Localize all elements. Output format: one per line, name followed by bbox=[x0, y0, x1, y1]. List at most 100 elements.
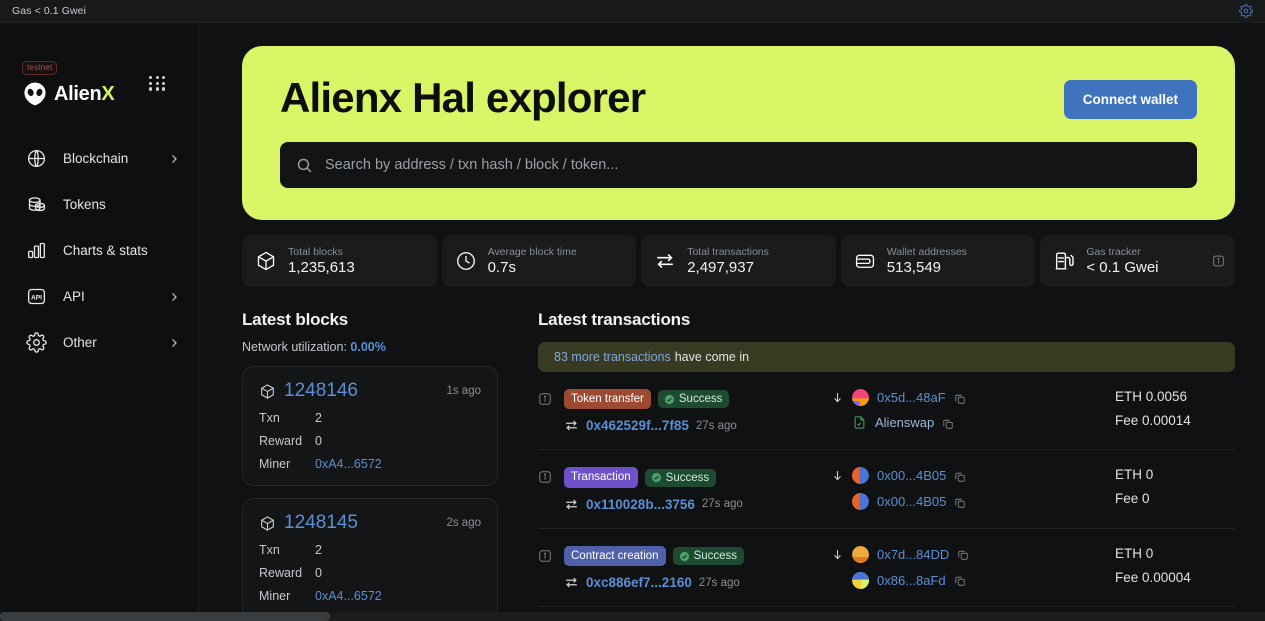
block-number[interactable]: 1248145 bbox=[284, 512, 358, 534]
transaction-to-line: Alienswap bbox=[831, 415, 1101, 430]
horizontal-scrollbar[interactable] bbox=[0, 612, 1265, 621]
arrow-down-icon bbox=[831, 469, 844, 482]
info-icon[interactable] bbox=[538, 549, 552, 563]
settings-gear-icon[interactable] bbox=[1239, 4, 1253, 18]
sidebar: testnet AlienX bbox=[0, 23, 199, 621]
status-badge-label: Success bbox=[679, 393, 722, 405]
hero-banner: Alienx Hal explorer Connect wallet bbox=[242, 46, 1235, 220]
transaction-hash[interactable]: 0x110028b...3756 bbox=[586, 497, 695, 512]
sidebar-item-api[interactable]: API API bbox=[0, 273, 198, 319]
status-badge: Success bbox=[658, 390, 729, 408]
latest-transactions-section: Latest transactions 83 more transactions… bbox=[538, 310, 1235, 618]
copy-icon[interactable] bbox=[954, 574, 966, 586]
block-card[interactable]: 1248146 1s ago Txn 2 Reward 0 bbox=[242, 366, 498, 486]
gear-icon bbox=[26, 332, 47, 353]
testnet-badge: testnet bbox=[22, 61, 57, 75]
gas-indicator: Gas < 0.1 Gwei bbox=[12, 5, 86, 17]
block-reward-label: Reward bbox=[259, 566, 315, 580]
sidebar-item-other[interactable]: Other bbox=[0, 319, 198, 365]
transaction-from-address[interactable]: 0x00...4B05 bbox=[877, 468, 946, 483]
sidebar-item-label: Charts & stats bbox=[63, 243, 180, 258]
transaction-from-address[interactable]: 0x5d...48aF bbox=[877, 390, 946, 405]
new-transactions-link[interactable]: 83 more transactions bbox=[554, 350, 671, 364]
transaction-to-address[interactable]: Alienswap bbox=[875, 415, 934, 430]
cube-icon bbox=[259, 383, 276, 400]
block-miner-value[interactable]: 0xA4...6572 bbox=[315, 457, 382, 471]
stat-label: Total blocks bbox=[288, 246, 355, 258]
stat-card-total-transactions[interactable]: Total transactions 2,497,937 bbox=[641, 235, 836, 287]
chevron-right-icon bbox=[168, 290, 180, 302]
block-miner-value[interactable]: 0xA4...6572 bbox=[315, 589, 382, 603]
latest-blocks-section: Latest blocks Network utilization: 0.00% bbox=[242, 310, 498, 618]
transfer-icon bbox=[654, 250, 676, 272]
copy-icon[interactable] bbox=[954, 392, 966, 404]
block-card-header: 1248146 1s ago bbox=[259, 380, 481, 402]
stat-label: Average block time bbox=[488, 246, 577, 258]
transaction-to-address[interactable]: 0x00...4B05 bbox=[877, 494, 946, 509]
stats-bar: Total blocks 1,235,613 Average block tim… bbox=[242, 235, 1235, 287]
block-number[interactable]: 1248146 bbox=[284, 380, 358, 402]
transaction-row[interactable]: Token transfer Success bbox=[538, 372, 1235, 450]
transaction-row[interactable]: Transaction Success bbox=[538, 450, 1235, 528]
stat-label: Wallet addresses bbox=[887, 246, 967, 258]
transaction-hash[interactable]: 0xc886ef7...2160 bbox=[586, 575, 692, 590]
stat-value: 1,235,613 bbox=[288, 259, 355, 276]
transaction-row[interactable]: Contract creation Success bbox=[538, 529, 1235, 607]
api-icon: API bbox=[26, 286, 47, 307]
new-transactions-notice[interactable]: 83 more transactions have come in bbox=[538, 342, 1235, 372]
sidebar-item-tokens[interactable]: Tokens bbox=[0, 181, 198, 227]
content-columns: Latest blocks Network utilization: 0.00% bbox=[242, 310, 1235, 618]
connect-wallet-button[interactable]: Connect wallet bbox=[1064, 80, 1197, 119]
status-badge: Success bbox=[645, 469, 716, 487]
copy-icon[interactable] bbox=[954, 496, 966, 508]
stat-card-average-block-time[interactable]: Average block time 0.7s bbox=[442, 235, 637, 287]
block-card-header-left: 1248146 bbox=[259, 380, 358, 402]
transaction-type-badge: Transaction bbox=[564, 467, 638, 487]
info-icon[interactable] bbox=[1212, 255, 1225, 268]
sidebar-item-label: Other bbox=[63, 335, 152, 350]
block-miner-label: Miner bbox=[259, 457, 315, 471]
transaction-to-address[interactable]: 0x86...8aFd bbox=[877, 573, 946, 588]
info-icon[interactable] bbox=[538, 392, 552, 406]
transaction-addresses: 0x5d...48aF bbox=[831, 389, 1101, 430]
search-icon bbox=[296, 157, 313, 174]
logo-block: testnet AlienX bbox=[0, 23, 198, 107]
block-reward-row: Reward 0 bbox=[259, 434, 481, 448]
brand-text-primary: Alien bbox=[54, 83, 101, 105]
search-bar[interactable] bbox=[280, 142, 1197, 188]
stat-label: Gas tracker bbox=[1086, 246, 1158, 258]
transaction-hash[interactable]: 0x462529f...7f85 bbox=[586, 418, 689, 433]
stat-card-total-blocks[interactable]: Total blocks 1,235,613 bbox=[242, 235, 437, 287]
transaction-from-address[interactable]: 0x7d...84DD bbox=[877, 547, 949, 562]
new-transactions-rest: have come in bbox=[675, 350, 749, 364]
stat-value: 2,497,937 bbox=[687, 259, 769, 276]
chevron-right-icon bbox=[168, 336, 180, 348]
transaction-amount: ETH 0 bbox=[1115, 467, 1233, 482]
block-card[interactable]: 1248145 2s ago Txn 2 Reward 0 bbox=[242, 498, 498, 618]
stat-card-gas-tracker[interactable]: Gas tracker < 0.1 Gwei bbox=[1040, 235, 1235, 287]
transaction-type-badge: Contract creation bbox=[564, 546, 666, 566]
avatar bbox=[852, 493, 869, 510]
search-input[interactable] bbox=[325, 157, 1181, 173]
brand-logo[interactable]: AlienX bbox=[22, 81, 198, 107]
cube-icon bbox=[259, 515, 276, 532]
bar-chart-icon bbox=[26, 240, 47, 261]
apps-grid-icon[interactable] bbox=[149, 76, 166, 91]
stat-card-wallet-addresses[interactable]: Wallet addresses 513,549 bbox=[841, 235, 1036, 287]
copy-icon[interactable] bbox=[957, 548, 969, 560]
copy-icon[interactable] bbox=[954, 470, 966, 482]
avatar bbox=[852, 467, 869, 484]
status-badge-label: Success bbox=[666, 472, 709, 484]
info-icon[interactable] bbox=[538, 470, 552, 484]
arrow-down-icon bbox=[831, 391, 844, 404]
sidebar-item-blockchain[interactable]: Blockchain bbox=[0, 135, 198, 181]
copy-icon[interactable] bbox=[942, 417, 954, 429]
transaction-hash-line: 0x462529f...7f85 27s ago bbox=[564, 418, 817, 433]
sidebar-item-charts-stats[interactable]: Charts & stats bbox=[0, 227, 198, 273]
avatar bbox=[852, 389, 869, 406]
transaction-values: ETH 0 Fee 0.00004 bbox=[1101, 546, 1233, 585]
block-card-header-left: 1248145 bbox=[259, 512, 358, 534]
check-circle-icon bbox=[664, 394, 675, 405]
block-timestamp: 1s ago bbox=[446, 385, 481, 397]
scrollbar-thumb[interactable] bbox=[0, 612, 330, 621]
